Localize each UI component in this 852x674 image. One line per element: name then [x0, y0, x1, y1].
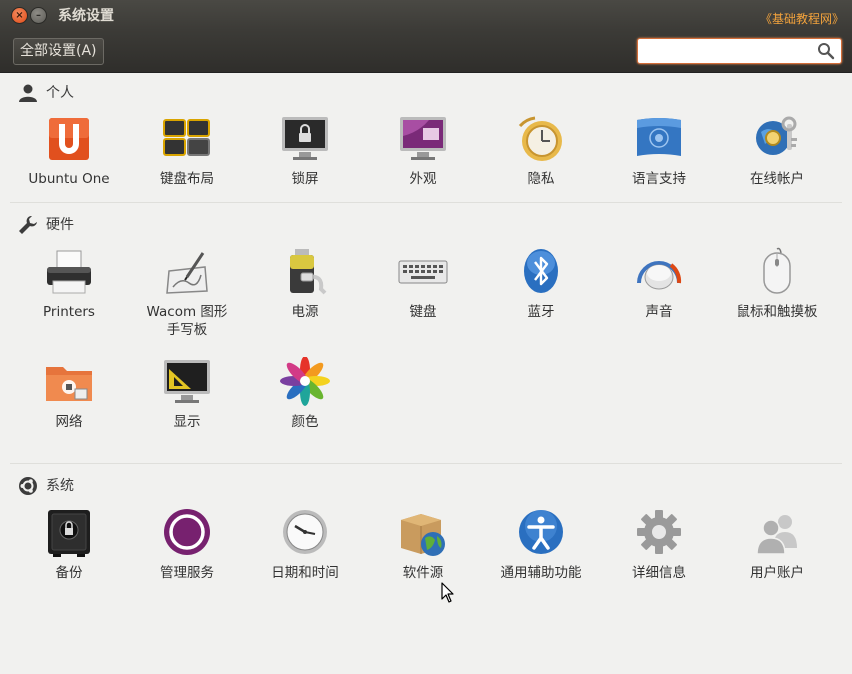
title-bar: × – 系统设置 《基础教程网》 [0, 0, 852, 30]
settings-item-privacy[interactable]: 隐私 [482, 114, 600, 188]
watermark-text: 《基础教程网》 [759, 12, 844, 26]
settings-item-bluetooth[interactable]: 蓝牙 [482, 247, 600, 321]
minimize-button[interactable]: – [30, 7, 47, 24]
section-title: 个人 [46, 85, 74, 101]
wrench-icon [19, 216, 37, 234]
power-icon [290, 249, 327, 295]
language-support-icon [637, 118, 681, 156]
accessibility-icon [519, 510, 563, 554]
close-button[interactable]: × [11, 7, 28, 24]
settings-item-appearance[interactable]: 外观 [364, 114, 482, 188]
ubuntu-one-icon [49, 118, 89, 160]
mouse-pointer-icon [441, 582, 454, 603]
settings-item-printers[interactable]: Printers [10, 247, 128, 321]
person-icon [19, 84, 37, 102]
close-icon: × [15, 10, 24, 21]
settings-item-accessibility[interactable]: 通用辅助功能 [482, 508, 600, 582]
settings-item-keyboard-layout[interactable]: 键盘布局 [128, 114, 246, 188]
search-input[interactable] [637, 38, 842, 64]
wacom-tablet-icon [166, 252, 208, 294]
section-divider [10, 202, 842, 203]
settings-item-ubuntu-one[interactable]: Ubuntu One [10, 114, 128, 188]
settings-item-software-sources[interactable]: 软件源 [364, 508, 482, 582]
settings-item-management-service[interactable]: 管理服务 [128, 508, 246, 582]
color-icon [280, 357, 330, 406]
management-service-icon [164, 509, 210, 555]
bluetooth-icon [524, 249, 558, 293]
sound-icon [637, 261, 682, 290]
settings-item-mouse[interactable]: 鼠标和触摸板 [718, 247, 836, 321]
clock-icon [283, 510, 327, 554]
user-accounts-icon [756, 515, 797, 555]
settings-item-details[interactable]: 详细信息 [600, 508, 718, 582]
settings-item-lock-screen[interactable]: 锁屏 [246, 114, 364, 188]
network-icon [46, 367, 92, 401]
settings-item-language-support[interactable]: 语言支持 [600, 114, 718, 188]
settings-item-display[interactable]: 显示 [128, 357, 246, 431]
privacy-icon [518, 116, 562, 161]
ubuntu-logo-icon [19, 477, 37, 495]
keyboard-layout-icon [163, 119, 210, 156]
section-title: 系统 [46, 478, 74, 494]
settings-item-power[interactable]: 电源 [246, 247, 364, 321]
section-title: 硬件 [46, 217, 74, 233]
backup-icon [48, 510, 90, 557]
display-icon [164, 360, 210, 403]
mouse-icon [763, 247, 791, 294]
printer-icon [47, 250, 91, 294]
keyboard-icon [398, 260, 448, 284]
settings-item-wacom-tablet[interactable]: Wacom 图形 手写板 [128, 247, 246, 339]
appearance-icon [400, 117, 446, 160]
all-settings-button[interactable]: 全部设置(A) [13, 38, 104, 65]
settings-item-online-accounts[interactable]: 在线帐户 [718, 114, 836, 188]
settings-item-backup[interactable]: 备份 [10, 508, 128, 582]
software-sources-icon [401, 514, 445, 556]
settings-item-keyboard[interactable]: 键盘 [364, 247, 482, 321]
section-divider [10, 463, 842, 464]
toolbar: 全部设置(A) [0, 30, 852, 73]
settings-item-color[interactable]: 颜色 [246, 357, 364, 431]
lock-screen-icon [282, 117, 328, 160]
window-title: 系统设置 [58, 8, 114, 24]
settings-item-date-time[interactable]: 日期和时间 [246, 508, 364, 582]
search-icon [818, 43, 835, 60]
gear-icon [637, 510, 681, 554]
online-accounts-icon [756, 116, 797, 155]
settings-item-sound[interactable]: 声音 [600, 247, 718, 321]
minimize-icon: – [36, 10, 41, 21]
settings-item-user-accounts[interactable]: 用户账户 [718, 508, 836, 582]
settings-item-network[interactable]: 网络 [10, 357, 128, 431]
